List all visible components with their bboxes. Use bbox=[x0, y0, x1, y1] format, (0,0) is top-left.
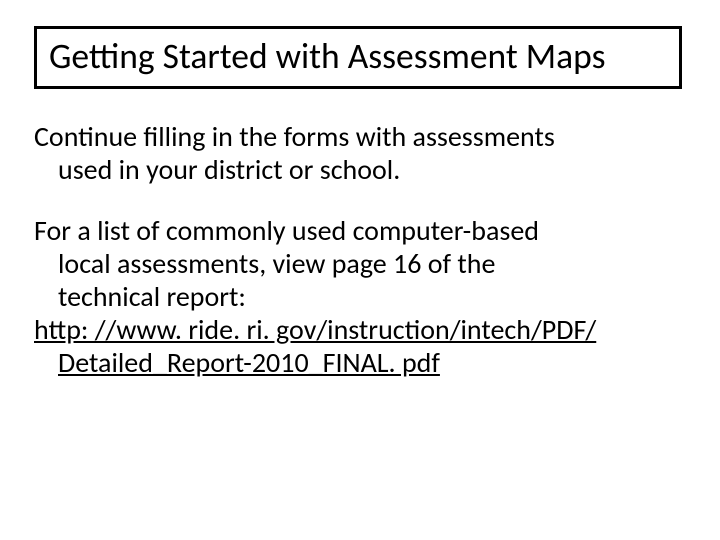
p2-line2: local assessments, view page 16 of the bbox=[34, 246, 495, 281]
p2-line1: For a list of commonly used computer-bas… bbox=[34, 213, 539, 248]
slide-title: Getting Started with Assessment Maps bbox=[49, 37, 667, 76]
link-line2: Detailed_Report-2010_FINAL. pdf bbox=[34, 345, 440, 380]
report-link[interactable]: http: //www. ride. ri. gov/instruction/i… bbox=[34, 312, 596, 380]
paragraph-2: For a list of commonly used computer-bas… bbox=[34, 214, 682, 379]
paragraph-1: Continue filling in the forms with asses… bbox=[34, 120, 682, 186]
body-area: Continue filling in the forms with asses… bbox=[34, 120, 682, 379]
p1-line1: Continue filling in the forms with asses… bbox=[34, 119, 555, 154]
title-box: Getting Started with Assessment Maps bbox=[34, 26, 682, 89]
link-line1: http: //www. ride. ri. gov/instruction/i… bbox=[34, 312, 596, 347]
p2-line3: technical report: bbox=[34, 279, 246, 314]
slide: Getting Started with Assessment Maps Con… bbox=[0, 0, 720, 540]
p1-line2: used in your district or school. bbox=[34, 152, 400, 187]
